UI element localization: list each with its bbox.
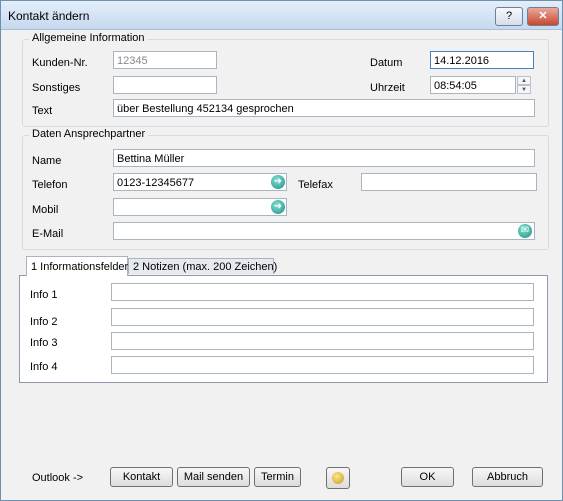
text-field[interactable]: über Bestellung 452134 gesprochen xyxy=(113,99,535,117)
general-info-title: Allgemeine Information xyxy=(29,32,148,44)
phone-icon[interactable]: ➜ xyxy=(271,175,285,189)
outlook-button[interactable] xyxy=(326,467,350,489)
telefax-field[interactable] xyxy=(361,173,537,191)
termin-button[interactable]: Termin xyxy=(254,467,301,487)
info-1-field[interactable] xyxy=(111,283,534,301)
title-bar[interactable]: Kontakt ändern ? ✕ xyxy=(1,1,562,30)
info-1-label: Info 1 xyxy=(30,289,58,301)
time-spin-down-icon[interactable]: ▼ xyxy=(517,85,531,94)
uhrzeit-field[interactable]: 08:54:05 xyxy=(430,76,516,94)
email-label: E-Mail xyxy=(32,228,64,240)
mobil-field[interactable] xyxy=(113,198,287,216)
sonstiges-field[interactable] xyxy=(113,76,217,94)
info-3-label: Info 3 xyxy=(30,337,58,349)
contact-group-title: Daten Ansprechpartner xyxy=(29,128,149,140)
text-label: Text xyxy=(32,105,53,117)
abbruch-button[interactable]: Abbruch xyxy=(472,467,543,487)
window-title: Kontakt ändern xyxy=(8,9,90,23)
help-button[interactable]: ? xyxy=(495,7,523,26)
close-button[interactable]: ✕ xyxy=(527,7,559,26)
kunden-nr-field[interactable]: 12345 xyxy=(113,51,217,69)
dialog-content: Allgemeine Information Kunden-Nr. 12345 … xyxy=(1,30,562,500)
kunden-nr-label: Kunden-Nr. xyxy=(32,57,88,69)
info-4-label: Info 4 xyxy=(30,361,58,373)
ok-button[interactable]: OK xyxy=(401,467,454,487)
info-2-label: Info 2 xyxy=(30,316,58,328)
mobil-label: Mobil xyxy=(32,204,59,216)
telefon-field[interactable]: 0123-12345677 xyxy=(113,173,287,191)
telefax-label: Telefax xyxy=(298,179,333,191)
dialog-window: Kontakt ändern ? ✕ Allgemeine Informatio… xyxy=(0,0,563,501)
outlook-icon xyxy=(332,472,344,484)
info-3-field[interactable] xyxy=(111,332,534,350)
datum-label: Datum xyxy=(370,57,403,69)
name-label: Name xyxy=(32,155,62,167)
uhrzeit-label: Uhrzeit xyxy=(370,82,405,94)
mail-senden-button[interactable]: Mail senden xyxy=(177,467,250,487)
phone-icon[interactable]: ➜ xyxy=(271,200,285,214)
telefon-label: Telefon xyxy=(32,179,68,191)
mail-icon[interactable]: ✉ xyxy=(518,224,532,238)
sonstiges-label: Sonstiges xyxy=(32,82,81,94)
info-4-field[interactable] xyxy=(111,356,534,374)
email-field[interactable] xyxy=(113,222,535,240)
datum-field[interactable]: 14.12.2016 xyxy=(430,51,534,69)
outlook-label: Outlook -> xyxy=(32,472,84,484)
name-field[interactable]: Bettina Müller xyxy=(113,149,535,167)
kontakt-button[interactable]: Kontakt xyxy=(110,467,173,487)
tab-notizen[interactable]: 2 Notizen (max. 200 Zeichen) xyxy=(128,258,277,274)
time-spin-up-icon[interactable]: ▲ xyxy=(517,76,531,85)
tab-informationsfelder[interactable]: 1 Informationsfelder xyxy=(26,256,128,276)
info-2-field[interactable] xyxy=(111,308,534,326)
